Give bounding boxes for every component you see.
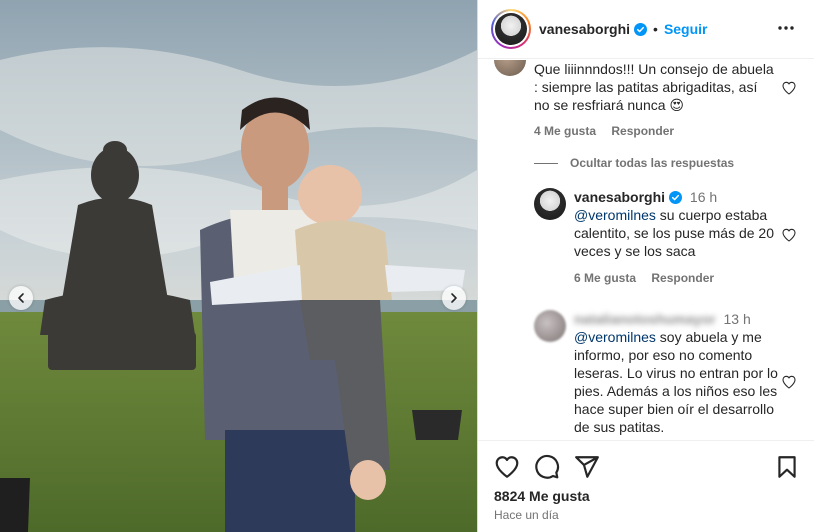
comment-likes-count[interactable]: 4 Me gusta [534, 124, 596, 138]
follow-button[interactable]: Seguir [664, 21, 708, 37]
likes-count[interactable]: 8824 Me gusta [494, 488, 590, 504]
reply-like-heart-icon[interactable] [781, 227, 797, 243]
comments-list[interactable]: Que liiinnndos!!! Un consejo de abuela :… [478, 60, 814, 439]
reply-time[interactable]: 13 h [723, 311, 750, 327]
more-options-button[interactable] [776, 18, 796, 38]
photo-scene [0, 0, 477, 532]
comment-like-heart-icon[interactable] [781, 80, 797, 96]
header-separator: • [653, 21, 658, 37]
reply-body: vanesaborghi 16 h @veromilnes su cuerpo … [574, 188, 779, 260]
post-dialog: vanesaborghi • Seguir Que liiinnndos!!! … [0, 0, 814, 532]
replies-divider [534, 162, 558, 164]
post-side-panel: vanesaborghi • Seguir Que liiinnndos!!! … [477, 0, 814, 532]
comment-icon[interactable] [534, 454, 560, 480]
reply-author-avatar[interactable] [534, 310, 566, 342]
comment-item: Que liiinnndos!!! Un consejo de abuela :… [478, 60, 814, 150]
more-horizontal-icon [778, 26, 794, 30]
reply-item: vanesaborghi 16 h @veromilnes su cuerpo … [478, 188, 814, 288]
reply-meta: 6 Me gusta Responder [574, 271, 726, 285]
comment-text: Que liiinnndos!!! Un consejo de abuela :… [534, 61, 774, 113]
verified-badge-icon [669, 191, 683, 204]
hide-replies-button[interactable]: Ocultar todas las respuestas [534, 156, 734, 170]
reply-body: natalianotoshumayor 13 h @veromilnes soy… [574, 310, 779, 436]
reply-likes-count[interactable]: 6 Me gusta [574, 271, 636, 285]
post-header: vanesaborghi • Seguir [478, 0, 814, 59]
author-avatar[interactable] [491, 9, 531, 49]
author-username[interactable]: vanesaborghi [539, 21, 630, 37]
reply-mention-link[interactable]: @veromilnes [574, 207, 656, 223]
previous-photo-button[interactable] [9, 286, 33, 310]
post-timestamp[interactable]: Hace un día [494, 508, 559, 522]
commenter-avatar[interactable] [494, 60, 526, 76]
hide-replies-label: Ocultar todas las respuestas [570, 156, 735, 170]
verified-badge-icon [634, 22, 648, 36]
save-bookmark-icon[interactable] [774, 454, 800, 480]
share-send-icon[interactable] [574, 454, 600, 480]
reply-item: natalianotoshumayor 13 h @veromilnes soy… [478, 310, 814, 439]
chevron-left-icon [18, 293, 24, 303]
comment-reply-button[interactable]: Responder [611, 124, 674, 138]
reply-time[interactable]: 16 h [690, 189, 717, 205]
reply-author-avatar[interactable] [534, 188, 566, 220]
reply-username[interactable]: natalianotoshumayor [574, 311, 716, 327]
chevron-right-icon [451, 293, 457, 303]
post-actions: 8824 Me gusta Hace un día [478, 440, 814, 532]
reply-username[interactable]: vanesaborghi [574, 189, 665, 205]
reply-like-heart-icon[interactable] [781, 374, 797, 390]
next-photo-button[interactable] [442, 286, 466, 310]
reply-mention-link[interactable]: @veromilnes [574, 329, 656, 345]
like-heart-icon[interactable] [494, 454, 520, 480]
reply-reply-button[interactable]: Responder [651, 271, 714, 285]
author-avatar-image [495, 13, 527, 45]
comment-meta: 4 Me gusta Responder [534, 124, 686, 138]
post-photo[interactable] [0, 0, 477, 532]
